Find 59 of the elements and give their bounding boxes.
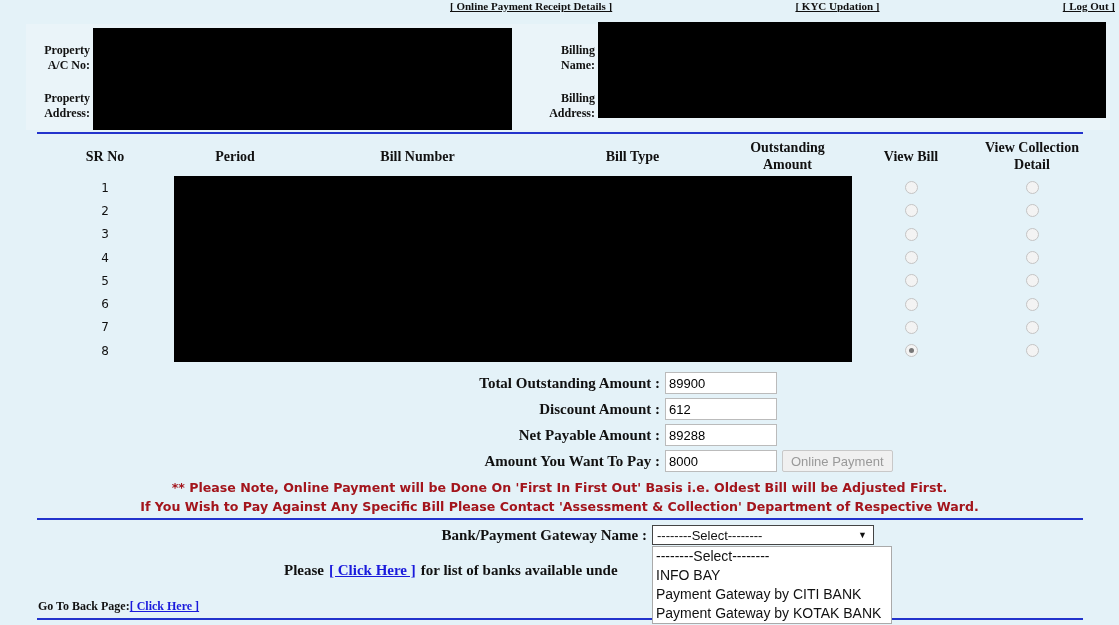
table-cell-text: 2 (100, 202, 110, 220)
field-label: Property Address: (43, 91, 90, 121)
column-header: View Collection Detail (984, 139, 1080, 174)
click-here-link[interactable]: [ Click Here ] (329, 562, 416, 580)
field-label: Total Outstanding Amount : (478, 374, 660, 392)
column-header: Bill Number (379, 147, 456, 166)
dropdown-option[interactable]: INFO BAY (653, 566, 891, 586)
dropdown-option[interactable]: --------Select-------- (653, 547, 891, 567)
table-cell-text: 6 (100, 296, 110, 314)
radio-button[interactable] (904, 344, 918, 358)
radio-button[interactable] (1025, 320, 1039, 334)
nav-link[interactable]: [ Log Out ] (1062, 0, 1115, 14)
radio-button[interactable] (1025, 297, 1039, 311)
amount-field[interactable]: 89288 (665, 424, 777, 447)
dropdown-option[interactable]: Payment Gateway by CITI BANK (653, 585, 891, 605)
radio-button[interactable] (904, 204, 918, 218)
table-cell-text: 7 (100, 319, 110, 337)
radio-button[interactable] (1025, 251, 1039, 265)
radio-button[interactable] (904, 320, 918, 334)
column-header: Bill Type (604, 147, 661, 166)
radio-button[interactable] (1025, 181, 1039, 195)
radio-button[interactable] (904, 251, 918, 265)
info-text: Please (284, 562, 324, 580)
radio-button[interactable] (904, 227, 918, 241)
field-label: Net Payable Amount : (517, 426, 660, 444)
gateway-dropdown[interactable]: --------Select-------- ▼ (652, 525, 874, 546)
field-label: Billing Name: (560, 43, 595, 73)
table-cell-text: 8 (100, 342, 110, 360)
column-header: View Bill (882, 147, 940, 166)
click-here-link[interactable]: [ Click Here ] (129, 599, 200, 615)
column-header: Period (214, 147, 256, 166)
info-text: for list of banks available unde (420, 562, 618, 580)
radio-button[interactable] (904, 297, 918, 311)
amount-field[interactable]: 8000 (665, 450, 777, 473)
field-label: Property A/C No: (43, 43, 90, 73)
radio-button[interactable] (1025, 227, 1039, 241)
amount-field[interactable]: 612 (665, 398, 777, 421)
radio-button[interactable] (904, 181, 918, 195)
back-label: Go To Back Page: (38, 599, 130, 615)
radio-button[interactable] (904, 274, 918, 288)
field-label: Bank/Payment Gateway Name : (440, 526, 647, 544)
nav-link[interactable]: [ Online Payment Receipt Details ] (450, 0, 613, 14)
dropdown-option[interactable]: Payment Gateway by KOTAK BANK (653, 604, 891, 624)
radio-button[interactable] (1025, 274, 1039, 288)
amount-field[interactable]: 89900 (665, 372, 777, 395)
table-cell-text: 5 (100, 272, 110, 290)
field-label: Discount Amount : (538, 400, 660, 418)
table-cell-text: 3 (100, 226, 110, 244)
radio-button[interactable] (1025, 204, 1039, 218)
table-cell-text: 4 (100, 249, 110, 267)
column-header: Outstanding Amount (749, 139, 826, 174)
column-header: SR No (84, 147, 126, 166)
field-label: Billing Address: (548, 91, 595, 121)
note-text: ** Please Note, Online Payment will be Done On 'First In First Out' Basis i.e. Oldest Bill will be Adjusted First. (170, 479, 949, 498)
nav-link[interactable]: [ KYC Updation ] (795, 0, 880, 14)
table-cell-text: 1 (100, 179, 110, 197)
radio-button[interactable] (1025, 344, 1039, 358)
field-label: Amount You Want To Pay : (483, 452, 660, 470)
note-text: If You Wish to Pay Against Any Specific Bill Please Contact 'Assessment & Collection' Department of Respective Ward. (139, 498, 980, 517)
